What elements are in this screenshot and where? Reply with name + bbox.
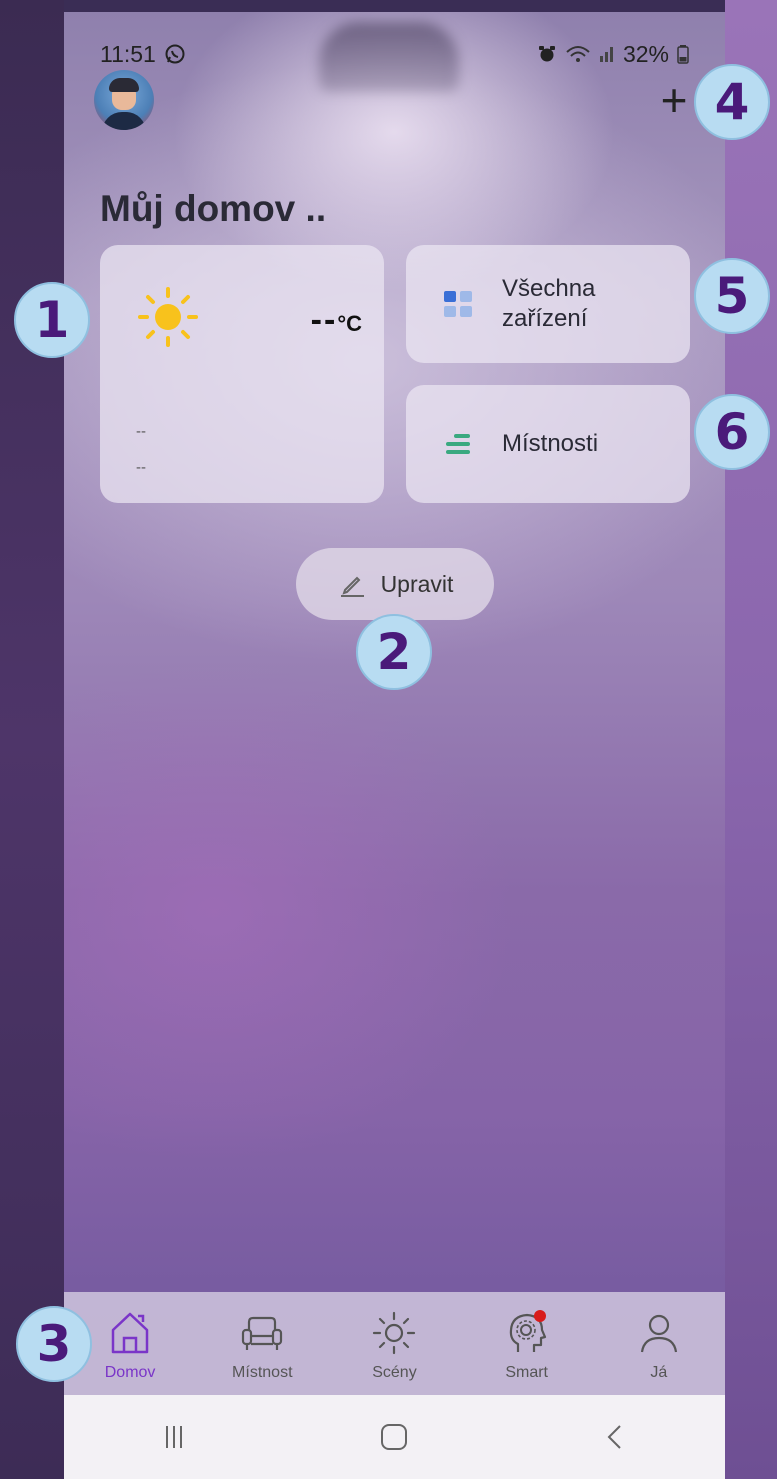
rooms-list-icon	[446, 434, 470, 454]
back-chevron-icon	[607, 1425, 621, 1449]
callout-badge-2: 2	[356, 614, 432, 690]
nav-label-domov: Domov	[104, 1364, 156, 1381]
nav-item-sceny[interactable]: Scény	[339, 1308, 449, 1382]
callout-badge-4: 4	[694, 64, 770, 140]
nav-label-smart: Smart	[505, 1364, 548, 1381]
whatsapp-icon	[165, 44, 185, 64]
home-icon	[111, 1312, 149, 1354]
rooms-tile[interactable]: Místnosti	[406, 385, 690, 503]
home-square-icon	[381, 1424, 408, 1450]
signal-icon	[599, 47, 613, 62]
nav-item-ja[interactable]: Já	[604, 1308, 714, 1382]
grid-devices-icon	[444, 291, 472, 317]
callout-badge-5: 5	[694, 258, 770, 334]
wifi-icon	[566, 46, 590, 62]
nav-label-ja: Já	[650, 1364, 668, 1381]
phone-screen: 11:51 32% + Můj domov .. --°C -- -- Všec…	[64, 12, 725, 1479]
temperature-number: --	[310, 301, 338, 339]
recent-apps-icon	[166, 1426, 183, 1448]
right-frame	[725, 0, 777, 1479]
battery-percent: 32%	[622, 40, 669, 67]
page-title: Můj domov ..	[100, 188, 327, 229]
android-system-bar	[64, 1395, 725, 1479]
bottom-navigation: Domov Místnost Scény Smart Já	[64, 1292, 725, 1395]
all-devices-tile[interactable]: Všechna zařízení	[406, 245, 690, 363]
sun-scene-icon	[373, 1311, 416, 1355]
person-icon	[640, 1314, 677, 1353]
weather-detail-1: --	[136, 423, 146, 440]
profile-avatar[interactable]	[94, 70, 154, 130]
smart-head-icon	[509, 1310, 546, 1352]
edit-button-label: Upravit	[380, 570, 454, 597]
sun-icon	[138, 287, 198, 347]
nav-item-smart[interactable]: Smart	[472, 1308, 582, 1382]
nav-label-mistnost: Místnost	[232, 1364, 293, 1381]
temperature-unit: °C	[337, 311, 362, 336]
add-device-button[interactable]: +	[654, 77, 694, 123]
notification-dot	[533, 1310, 546, 1322]
status-bar: 11:51 32%	[64, 12, 725, 76]
callout-badge-3: 3	[16, 1306, 92, 1382]
recent-apps-button[interactable]	[144, 1407, 204, 1467]
left-frame	[0, 0, 64, 1479]
callout-badge-6: 6	[694, 394, 770, 470]
callout-badge-1: 1	[14, 282, 90, 358]
status-time: 11:51	[100, 40, 156, 67]
rooms-label: Místnosti	[502, 430, 599, 457]
armchair-icon	[242, 1316, 283, 1350]
temperature-value: --°C	[311, 301, 362, 340]
battery-icon	[677, 45, 689, 64]
back-button[interactable]	[585, 1407, 645, 1467]
home-system-button[interactable]	[364, 1407, 424, 1467]
nav-item-mistnost[interactable]: Místnost	[207, 1308, 317, 1382]
pencil-icon	[340, 576, 364, 597]
alarm-icon	[538, 46, 555, 62]
edit-button[interactable]: Upravit	[296, 548, 494, 620]
all-devices-label: Všechna zařízení	[502, 274, 595, 334]
all-devices-label-line1: Všechna	[502, 275, 596, 302]
weather-detail-2: --	[136, 459, 146, 476]
all-devices-label-line2: zařízení	[502, 305, 588, 332]
weather-card[interactable]: --°C -- --	[100, 245, 384, 503]
nav-label-sceny: Scény	[372, 1364, 417, 1381]
